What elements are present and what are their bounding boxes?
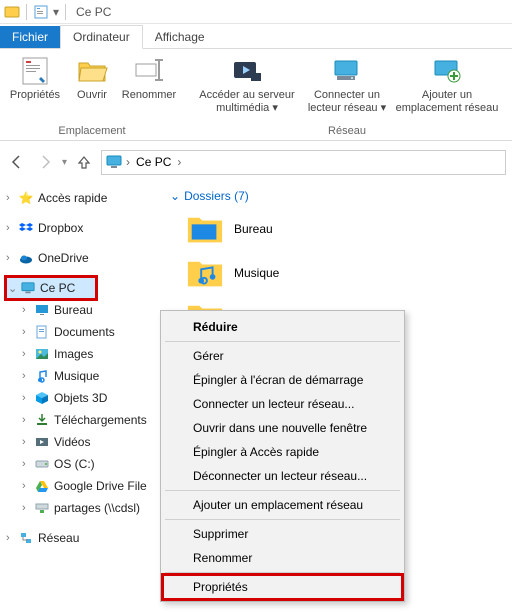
ctx-new-window[interactable]: Ouvrir dans une nouvelle fenêtre (163, 416, 402, 440)
video-icon (34, 434, 50, 450)
desktop-icon (34, 302, 50, 318)
documents-icon (34, 324, 50, 340)
media-server-icon (231, 55, 263, 87)
ctx-map-drive[interactable]: Connecter un lecteur réseau... (163, 392, 402, 416)
open-button[interactable]: Ouvrir (68, 51, 116, 102)
tree-dropbox[interactable]: ›Dropbox (4, 217, 160, 239)
network-drive-icon (331, 55, 363, 87)
gdrive-icon (34, 478, 50, 494)
section-folders[interactable]: ⌄Dossiers (7) (166, 187, 512, 207)
forward-button[interactable] (34, 151, 56, 173)
network-icon (18, 530, 34, 546)
add-netloc-button[interactable]: Ajouter un emplacement réseau (392, 51, 502, 115)
explorer-icon (4, 4, 20, 20)
tab-computer[interactable]: Ordinateur (60, 25, 143, 49)
history-dropdown[interactable]: ▾ (62, 157, 67, 168)
ctx-add-netloc[interactable]: Ajouter un emplacement réseau (163, 493, 402, 517)
tree-images[interactable]: ›Images (4, 343, 160, 365)
media-server-button[interactable]: Accéder au serveur multimédia ▾ (192, 51, 302, 115)
crumb-this-pc[interactable]: Ce PC (134, 155, 173, 169)
tree-3dobjects[interactable]: ›Objets 3D (4, 387, 160, 409)
cube-icon (34, 390, 50, 406)
download-icon (34, 412, 50, 428)
music-folder-icon (186, 256, 224, 290)
properties-label: Propriétés (10, 89, 60, 102)
connect-drive-button[interactable]: Connecter un lecteur réseau ▾ (304, 51, 390, 115)
ctx-properties[interactable]: Propriétés (163, 575, 402, 599)
folder-desktop[interactable]: Bureau (166, 207, 512, 251)
quick-access-toolbar: ▾ Ce PC (0, 0, 512, 24)
desktop-folder-icon (186, 212, 224, 246)
ctx-pin-quick[interactable]: Épingler à Accès rapide (163, 440, 402, 464)
tree-music[interactable]: ›Musique (4, 365, 160, 387)
ribbon-tabs: Fichier Ordinateur Affichage (0, 24, 512, 49)
music-icon (34, 368, 50, 384)
open-label: Ouvrir (77, 89, 107, 102)
qat-properties-icon[interactable] (33, 4, 49, 20)
address-box[interactable]: › Ce PC › (101, 150, 506, 175)
up-button[interactable] (73, 151, 95, 173)
ribbon-group-network: Accéder au serveur multimédia ▾ Connecte… (188, 49, 506, 140)
address-bar: ▾ › Ce PC › (6, 147, 506, 177)
pc-icon (106, 154, 122, 170)
drive-icon (34, 456, 50, 472)
properties-icon (19, 55, 51, 87)
tree-documents[interactable]: ›Documents (4, 321, 160, 343)
chevron-down-icon: ⌄ (170, 189, 180, 203)
tree-desktop[interactable]: ›Bureau (4, 299, 160, 321)
netshare-icon (34, 500, 50, 516)
rename-icon (133, 55, 165, 87)
tree-videos[interactable]: ›Vidéos (4, 431, 160, 453)
tab-file[interactable]: Fichier (0, 26, 60, 48)
tree-os-c[interactable]: ›OS (C:) (4, 453, 160, 475)
folder-open-icon (76, 55, 108, 87)
chevron-down-icon[interactable]: ▾ (53, 5, 59, 19)
tree-shares[interactable]: ›partages (\\cdsl) (4, 497, 160, 519)
window-title: Ce PC (76, 5, 111, 19)
folder-music[interactable]: Musique (166, 251, 512, 295)
add-netloc-label: Ajouter un emplacement réseau (392, 89, 502, 115)
ribbon-group-location-label: Emplacement (58, 123, 125, 140)
connect-drive-label: Connecter un lecteur réseau ▾ (304, 89, 390, 115)
nav-tree: ›⭐Accès rapide ›Dropbox ›OneDrive ⌄Ce PC… (0, 181, 160, 555)
cloud-icon (18, 250, 34, 266)
tree-network[interactable]: ›Réseau (4, 527, 160, 549)
tree-onedrive[interactable]: ›OneDrive (4, 247, 160, 269)
ctx-rename[interactable]: Renommer (163, 546, 402, 570)
ctx-manage[interactable]: Gérer (163, 344, 402, 368)
rename-button[interactable]: Renommer (118, 51, 180, 102)
ctx-disconnect[interactable]: Déconnecter un lecteur réseau... (163, 464, 402, 488)
ribbon: Propriétés Ouvrir Renommer Emplacement A… (0, 49, 512, 141)
rename-label: Renommer (122, 89, 176, 102)
tab-view[interactable]: Affichage (143, 26, 217, 48)
ribbon-group-location: Propriétés Ouvrir Renommer Emplacement (0, 49, 184, 140)
dropbox-icon (18, 220, 34, 236)
tree-google-drive[interactable]: ›Google Drive File (4, 475, 160, 497)
images-icon (34, 346, 50, 362)
ctx-collapse[interactable]: Réduire (163, 315, 402, 339)
tree-this-pc[interactable]: ⌄Ce PC (6, 277, 96, 299)
media-server-label: Accéder au serveur multimédia ▾ (192, 89, 302, 115)
context-menu: Réduire Gérer Épingler à l'écran de déma… (160, 310, 405, 602)
crumb-separator: › (126, 155, 130, 169)
ctx-pin-start[interactable]: Épingler à l'écran de démarrage (163, 368, 402, 392)
tree-downloads[interactable]: ›Téléchargements (4, 409, 160, 431)
crumb-separator: › (177, 155, 181, 169)
add-netloc-icon (431, 55, 463, 87)
star-icon: ⭐ (18, 190, 34, 206)
tree-quick-access[interactable]: ›⭐Accès rapide (4, 187, 160, 209)
properties-button[interactable]: Propriétés (4, 51, 66, 102)
ribbon-group-network-label: Réseau (328, 123, 366, 140)
ctx-delete[interactable]: Supprimer (163, 522, 402, 546)
pc-icon (20, 280, 36, 296)
back-button[interactable] (6, 151, 28, 173)
